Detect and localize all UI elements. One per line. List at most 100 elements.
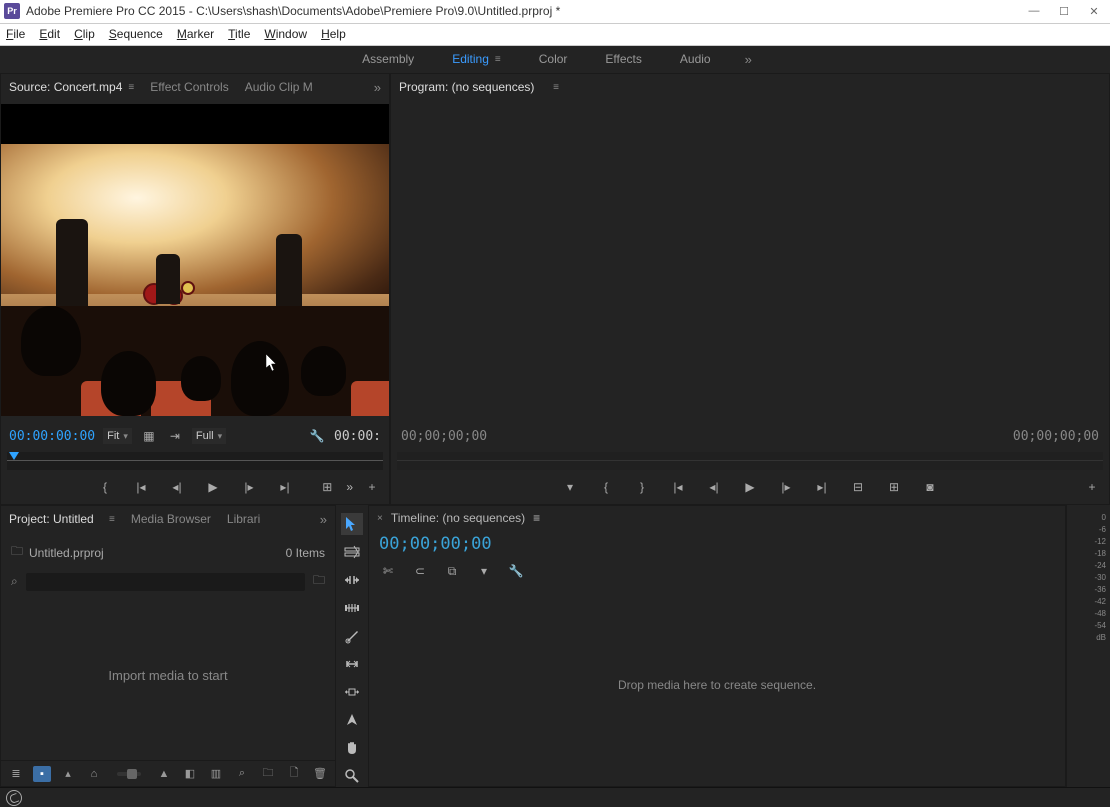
project-panel-menu-icon[interactable]: ≡ [109, 514, 115, 525]
program-go-to-in-icon[interactable]: |◂ [669, 478, 687, 496]
rate-stretch-tool-icon[interactable] [341, 597, 363, 619]
workspace-menu-icon[interactable]: ≡ [495, 54, 501, 65]
find-icon[interactable]: ⌕ [233, 766, 251, 782]
program-time-ruler[interactable] [397, 452, 1103, 470]
program-mark-out-icon[interactable]: } [633, 478, 651, 496]
timeline-panel-menu-icon[interactable]: ≡ [533, 511, 540, 525]
project-search-input[interactable] [26, 573, 305, 591]
source-timecode-in[interactable]: 00:00:00:00 [9, 429, 95, 444]
meter-label: -24 [1071, 561, 1106, 570]
settings-wrench-icon[interactable]: 🔧 [308, 427, 326, 445]
timeline-settings-icon[interactable]: 🔧 [507, 562, 525, 580]
play-icon[interactable]: ▶ [204, 478, 222, 496]
source-playhead-icon[interactable] [9, 452, 19, 460]
add-button-icon[interactable]: + [363, 478, 381, 496]
source-transport-overflow-icon[interactable]: » [346, 480, 353, 494]
tab-timeline[interactable]: Timeline: (no sequences) [391, 511, 525, 525]
icon-view-icon[interactable]: ▪ [33, 766, 51, 782]
extract-icon[interactable]: ⊞ [885, 478, 903, 496]
lift-icon[interactable]: ⊟ [849, 478, 867, 496]
new-bin-icon[interactable]: 🗀 [259, 766, 277, 782]
insert-icon[interactable]: ⊞ [318, 478, 336, 496]
menu-marker[interactable]: Marker [177, 27, 214, 41]
maximize-button[interactable]: ☐ [1058, 5, 1070, 17]
source-toggle-icon[interactable]: ⇥ [166, 427, 184, 445]
menu-sequence[interactable]: Sequence [109, 27, 163, 41]
menu-title[interactable]: Title [228, 27, 250, 41]
minimize-button[interactable]: — [1028, 5, 1040, 17]
tab-audio-clip-mixer[interactable]: Audio Clip M [245, 80, 313, 94]
delete-icon[interactable]: 🗑 [311, 766, 329, 782]
panab a-menu-icon[interactable]: ≡ [128, 82, 134, 93]
go-to-out-icon[interactable]: ▸| [276, 478, 294, 496]
program-play-icon[interactable]: ▶ [741, 478, 759, 496]
thumb-large-icon[interactable]: ▲ [155, 766, 173, 782]
thumb-small-icon[interactable]: ⌂ [85, 766, 103, 782]
snap-icon[interactable]: ⊂ [411, 562, 429, 580]
menu-file[interactable]: File [6, 27, 25, 41]
tab-media-browser[interactable]: Media Browser [131, 512, 211, 526]
zoom-tool-icon[interactable] [341, 765, 363, 787]
timeline-drop-area[interactable]: Drop media here to create sequence. [369, 584, 1065, 786]
list-view-icon[interactable]: ≣ [7, 766, 25, 782]
menu-edit[interactable]: Edit [39, 27, 60, 41]
timeline-timecode[interactable]: 00;00;00;00 [369, 530, 1065, 558]
pen-tool-icon[interactable] [341, 709, 363, 731]
ripple-edit-tool-icon[interactable] [341, 569, 363, 591]
step-back-icon[interactable]: ◂| [168, 478, 186, 496]
automate-icon[interactable]: ▥ [207, 766, 225, 782]
menu-help[interactable]: Help [321, 27, 346, 41]
export-frame-icon[interactable]: ◙ [921, 478, 939, 496]
tab-project[interactable]: Project: Untitled ≡ [9, 512, 115, 526]
source-tabs-overflow-icon[interactable]: » [374, 80, 381, 95]
mark-in-icon[interactable]: { [96, 478, 114, 496]
workspace-editing[interactable]: Editing≡ [448, 50, 505, 68]
workspace-assembly[interactable]: Assembly [358, 50, 418, 68]
slide-tool-icon[interactable] [341, 681, 363, 703]
workspace-color[interactable]: Color [535, 50, 572, 68]
source-zoom-dropdown[interactable]: Fit [103, 428, 132, 444]
program-add-button-icon[interactable]: + [1083, 478, 1101, 496]
source-panel: Source: Concert.mp4≡ Effect Controls Aud… [0, 73, 390, 505]
program-step-back-icon[interactable]: ◂| [705, 478, 723, 496]
program-go-to-out-icon[interactable]: ▸| [813, 478, 831, 496]
tab-effect-controls[interactable]: Effect Controls [150, 80, 228, 94]
timeline-close-icon[interactable]: × [377, 513, 383, 524]
razor-tool-icon[interactable] [341, 625, 363, 647]
program-step-forward-icon[interactable]: |▸ [777, 478, 795, 496]
slip-tool-icon[interactable] [341, 653, 363, 675]
workspace-effects[interactable]: Effects [601, 50, 645, 68]
source-viewer[interactable] [1, 104, 389, 416]
source-time-ruler[interactable] [7, 452, 383, 470]
freeform-view-icon[interactable]: ▴ [59, 766, 77, 782]
linked-selection-icon[interactable]: ⧉ [443, 562, 461, 580]
source-resolution-dropdown[interactable]: Full [192, 428, 226, 444]
close-button[interactable]: ✕ [1088, 5, 1100, 17]
go-to-in-icon[interactable]: |◂ [132, 478, 150, 496]
creative-cloud-icon[interactable] [6, 790, 22, 806]
tab-libraries[interactable]: Librari [227, 512, 260, 526]
step-forward-icon[interactable]: |▸ [240, 478, 258, 496]
new-search-bin-icon[interactable]: 🗀 [313, 571, 325, 592]
program-viewer[interactable] [391, 104, 1109, 416]
add-marker-icon[interactable]: ▾ [561, 478, 579, 496]
sort-icon[interactable]: ◧ [181, 766, 199, 782]
project-tabs-overflow-icon[interactable]: » [320, 512, 327, 527]
thumbnail-size-slider[interactable] [117, 772, 141, 776]
tab-program[interactable]: Program: (no sequences) ≡ [399, 80, 559, 94]
program-mark-in-icon[interactable]: { [597, 478, 615, 496]
selection-tool-icon[interactable] [341, 513, 363, 535]
track-select-forward-tool-icon[interactable] [341, 541, 363, 563]
workspace-audio[interactable]: Audio [676, 50, 715, 68]
nest-toggle-icon[interactable]: ✄ [379, 562, 397, 580]
program-timecode-left[interactable]: 00;00;00;00 [391, 429, 497, 444]
program-panel-menu-icon[interactable]: ≡ [553, 82, 559, 93]
menu-window[interactable]: Window [264, 27, 307, 41]
hand-tool-icon[interactable] [341, 737, 363, 759]
workspace-overflow-icon[interactable]: » [745, 52, 752, 67]
tab-source[interactable]: Source: Concert.mp4≡ [9, 80, 134, 94]
marker-add-icon[interactable]: ▾ [475, 562, 493, 580]
new-item-icon[interactable]: 🗋 [285, 766, 303, 782]
safe-margins-icon[interactable]: ▦ [140, 427, 158, 445]
menu-clip[interactable]: Clip [74, 27, 95, 41]
